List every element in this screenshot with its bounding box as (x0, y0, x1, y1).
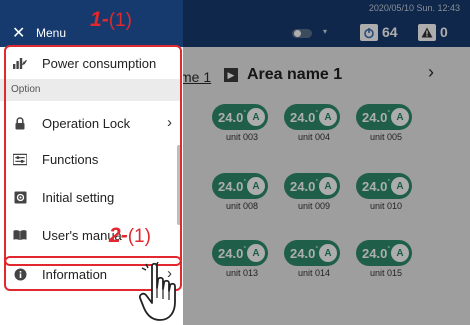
step-dash: - (101, 8, 109, 31)
menu-title: Menu (36, 26, 67, 40)
step-paren: (1) (127, 226, 151, 247)
step-number: 2 (109, 224, 121, 247)
highlight-box-1 (4, 45, 182, 266)
close-icon[interactable]: ✕ (12, 23, 25, 43)
step-number: 1 (90, 8, 102, 31)
step-label-1: 1-(1) (90, 8, 132, 32)
step-dash: - (120, 224, 128, 247)
screen: 2020/05/10 Sun. 12:43 ▾ 64 0 me 1 ▶ Area… (0, 0, 470, 325)
step-label-2: 2-(1) (109, 224, 151, 248)
hand-pointer-icon (138, 262, 176, 321)
step-paren: (1) (108, 10, 132, 31)
